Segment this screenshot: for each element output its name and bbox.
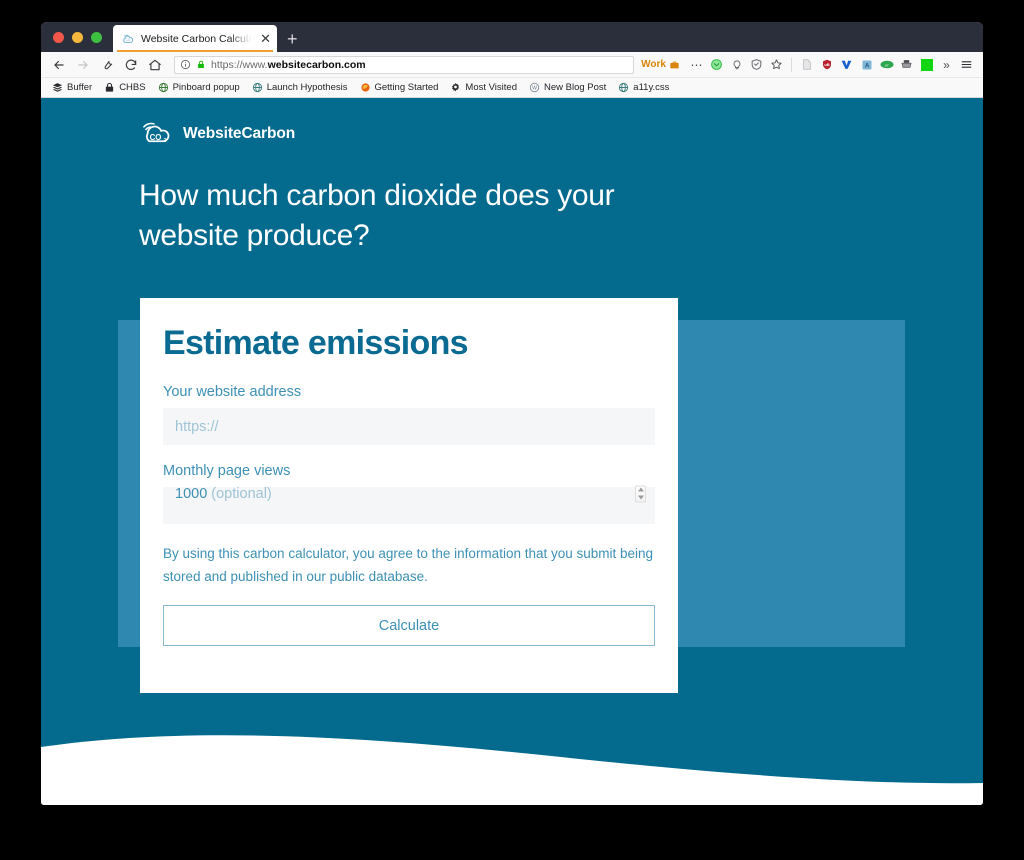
- hamburger-menu-icon[interactable]: [957, 55, 976, 74]
- site-logo[interactable]: CO 2 WebsiteCarbon: [137, 118, 295, 150]
- wordpress-icon: W: [529, 82, 540, 93]
- monthly-page-views-label: Monthly page views: [163, 463, 291, 479]
- bookmark-most-visited[interactable]: Most Visited: [445, 81, 522, 94]
- page-content: CO 2 WebsiteCarbon How much carbon dioxi…: [41, 98, 983, 805]
- bookmark-label: Most Visited: [465, 82, 517, 93]
- bottom-wave-decoration: [41, 735, 983, 805]
- svg-text:uB: uB: [824, 62, 829, 67]
- svg-text:CO: CO: [150, 133, 162, 142]
- bookmark-label: Getting Started: [374, 82, 439, 93]
- browser-window: CO Website Carbon Calculator – Ca ✕ +: [41, 22, 983, 805]
- printer-icon[interactable]: [897, 55, 916, 74]
- number-stepper[interactable]: [635, 485, 646, 502]
- pocket-icon[interactable]: [707, 55, 726, 74]
- svg-text:2: 2: [163, 138, 166, 144]
- address-bar-url: https://www.websitecarbon.com: [211, 59, 366, 71]
- bookmark-chbs[interactable]: CHBS: [99, 81, 150, 94]
- window-traffic-lights: [41, 22, 112, 52]
- page-headline: How much carbon dioxide does your websit…: [139, 179, 615, 252]
- svg-text:er: er: [885, 63, 889, 68]
- website-address-field-group: Your website address: [163, 384, 655, 445]
- bookmark-label: Pinboard popup: [172, 82, 240, 93]
- bookmarks-bar: Buffer CHBS Pinboard popup Launch Hypoth…: [41, 78, 983, 98]
- evernote-icon[interactable]: er: [877, 55, 896, 74]
- monthly-page-views-field-group: Monthly page views 1000 (optional): [163, 463, 655, 524]
- bookmark-getting-started[interactable]: Getting Started: [355, 81, 444, 94]
- shield-reader-icon[interactable]: [747, 55, 766, 74]
- bookmark-label: Launch Hypothesis: [266, 82, 348, 93]
- toolbar-divider: [791, 57, 792, 72]
- url-prefix: https://www.: [211, 58, 268, 71]
- colorpicker-swatch-icon[interactable]: [917, 55, 936, 74]
- globe-icon: [252, 82, 262, 93]
- globe-icon: [619, 82, 629, 93]
- svg-text:CO: CO: [126, 38, 131, 42]
- vimium-icon[interactable]: [837, 55, 856, 74]
- toolbar-extension-icons: ⋯ uB A er »: [687, 55, 976, 74]
- stepper-decrement-icon[interactable]: [637, 495, 644, 500]
- reader-page-icon[interactable]: [797, 55, 816, 74]
- monthly-page-views-input[interactable]: [163, 487, 655, 524]
- bookmark-a11y-css[interactable]: a11y.css: [613, 81, 674, 94]
- svg-text:W: W: [532, 85, 537, 91]
- container-tab-badge-work[interactable]: Work: [641, 59, 680, 70]
- overflow-chevrons-icon[interactable]: »: [937, 55, 956, 74]
- padlock-icon: [106, 82, 114, 92]
- bookmark-launch-hypothesis[interactable]: Launch Hypothesis: [247, 81, 353, 94]
- bookmark-buffer[interactable]: Buffer: [47, 81, 97, 94]
- card-heading: Estimate emissions: [163, 324, 469, 362]
- bookmark-star-icon[interactable]: [767, 55, 786, 74]
- lightbulb-icon[interactable]: [727, 55, 746, 74]
- bookmark-label: New Blog Post: [543, 82, 607, 93]
- address-bar[interactable]: https://www.websitecarbon.com: [174, 55, 635, 74]
- estimate-emissions-card: Estimate emissions Your website address …: [140, 298, 678, 693]
- reload-button[interactable]: [120, 55, 142, 75]
- buffer-layers-icon: [52, 83, 63, 92]
- gear-icon: [452, 82, 460, 92]
- back-button[interactable]: [48, 55, 70, 75]
- site-logo-wordmark: WebsiteCarbon: [183, 125, 296, 142]
- bookmark-pinboard-popup[interactable]: Pinboard popup: [153, 81, 245, 94]
- bookmark-new-blog-post[interactable]: W New Blog Post: [524, 81, 611, 94]
- consent-text: By using this carbon calculator, you agr…: [163, 546, 654, 585]
- developer-tools-wrench-icon[interactable]: [96, 55, 118, 75]
- translate-icon[interactable]: A: [857, 55, 876, 74]
- tab-strip: CO Website Carbon Calculator – Ca ✕ +: [41, 22, 983, 52]
- briefcase-icon: [670, 61, 679, 68]
- new-tab-button[interactable]: +: [277, 30, 308, 52]
- site-info-icon[interactable]: [180, 59, 191, 70]
- svg-text:A: A: [864, 63, 869, 69]
- browser-tab-active[interactable]: CO Website Carbon Calculator – Ca ✕: [113, 25, 277, 52]
- stepper-increment-icon[interactable]: [637, 487, 644, 492]
- browser-tab-title: Website Carbon Calculator – Ca: [141, 32, 255, 45]
- calculate-button[interactable]: Calculate: [163, 605, 655, 647]
- firefox-icon: [360, 83, 370, 92]
- forward-button[interactable]: [72, 55, 94, 75]
- window-minimize-button[interactable]: [72, 31, 83, 43]
- padlock-icon: [198, 60, 204, 69]
- website-address-input[interactable]: [163, 408, 655, 445]
- container-badge-label: Work: [641, 59, 666, 70]
- home-button[interactable]: [144, 55, 166, 75]
- ublock-origin-icon[interactable]: uB: [817, 55, 836, 74]
- cloud-co2-icon: CO 2: [143, 122, 170, 144]
- bookmark-label: Buffer: [67, 82, 93, 93]
- browser-tab-close-icon[interactable]: ✕: [260, 32, 271, 45]
- cloud-co2-icon: CO: [123, 34, 134, 43]
- globe-icon: [158, 82, 168, 93]
- bookmark-label: a11y.css: [633, 82, 670, 93]
- window-maximize-button[interactable]: [91, 31, 102, 43]
- window-close-button[interactable]: [53, 31, 64, 43]
- navigation-toolbar: https://www.websitecarbon.com Work ⋯ uB …: [41, 52, 983, 78]
- website-address-label: Your website address: [163, 384, 302, 400]
- bookmark-label: CHBS: [119, 82, 146, 93]
- overflow-dots-icon[interactable]: ⋯: [687, 55, 706, 74]
- url-domain: websitecarbon.com: [267, 58, 366, 71]
